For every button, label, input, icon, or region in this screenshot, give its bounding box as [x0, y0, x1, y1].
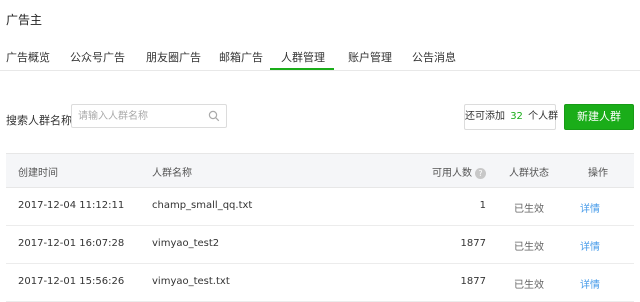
col-created-time: 创建时间 — [18, 168, 58, 179]
col-audience-status: 人群状态 — [509, 168, 549, 179]
details-link[interactable]: 详情 — [580, 200, 600, 215]
top-nav: 广告概览 公众号广告 朋友圈广告 邮箱广告 人群管理 账户管理 公告消息 — [0, 45, 640, 71]
quota-count: 32 — [510, 111, 523, 122]
cell-status: 已生效 — [514, 242, 544, 253]
quota-suffix: 个人群 — [528, 111, 559, 122]
tab-account-management[interactable]: 账户管理 — [348, 49, 392, 65]
cell-available-count: 1877 — [460, 276, 486, 287]
help-icon[interactable]: ? — [475, 168, 486, 179]
tab-announcements[interactable]: 公告消息 — [412, 49, 456, 65]
tab-audience-management[interactable]: 人群管理 — [281, 49, 325, 65]
details-link[interactable]: 详情 — [580, 238, 600, 253]
table-row: 2017-12-04 11:12:11 champ_small_qq.txt 1… — [6, 188, 634, 226]
cell-created-time: 2017-12-04 11:12:11 — [18, 200, 125, 211]
quota-prefix: 还可添加 — [465, 111, 505, 122]
search-label: 搜索人群名称 — [6, 114, 72, 127]
table-row: 2017-12-01 15:56:26 vimyao_test.txt 1877… — [6, 264, 634, 302]
cell-audience-name: vimyao_test2 — [152, 238, 220, 249]
audience-table: 创建时间 人群名称 可用人数? 人群状态 操作 2017-12-04 11:12… — [6, 153, 634, 302]
details-link[interactable]: 详情 — [580, 276, 600, 291]
table-header: 创建时间 人群名称 可用人数? 人群状态 操作 — [6, 153, 634, 188]
tab-ad-overview[interactable]: 广告概览 — [6, 49, 50, 65]
new-audience-button[interactable]: 新建人群 — [564, 104, 634, 130]
cell-available-count: 1877 — [460, 238, 486, 249]
col-action: 操作 — [588, 168, 608, 179]
cell-created-time: 2017-12-01 16:07:28 — [18, 238, 125, 249]
cell-audience-name: champ_small_qq.txt — [152, 200, 253, 211]
col-available-count: 可用人数? — [432, 164, 486, 179]
table-row: 2017-12-01 16:07:28 vimyao_test2 1877 已生… — [6, 226, 634, 264]
tab-official-account[interactable]: 公众号广告 — [70, 49, 125, 65]
remaining-quota: 还可添加 32 个人群 — [464, 104, 559, 130]
search-icon[interactable] — [208, 110, 220, 122]
tab-mailbox-ads[interactable]: 邮箱广告 — [219, 49, 263, 65]
cell-status: 已生效 — [514, 280, 544, 291]
tab-moments-ads[interactable]: 朋友圈广告 — [146, 49, 201, 65]
col-available-label: 可用人数 — [432, 168, 472, 179]
page-title: 广告主 — [6, 13, 43, 27]
cell-available-count: 1 — [479, 200, 486, 211]
cell-audience-name: vimyao_test.txt — [152, 276, 230, 287]
cell-created-time: 2017-12-01 15:56:26 — [18, 276, 125, 287]
search-input[interactable] — [78, 109, 198, 123]
col-audience-name: 人群名称 — [152, 168, 192, 179]
cell-status: 已生效 — [514, 204, 544, 215]
active-tab-indicator — [270, 68, 334, 70]
search-box — [71, 104, 227, 128]
